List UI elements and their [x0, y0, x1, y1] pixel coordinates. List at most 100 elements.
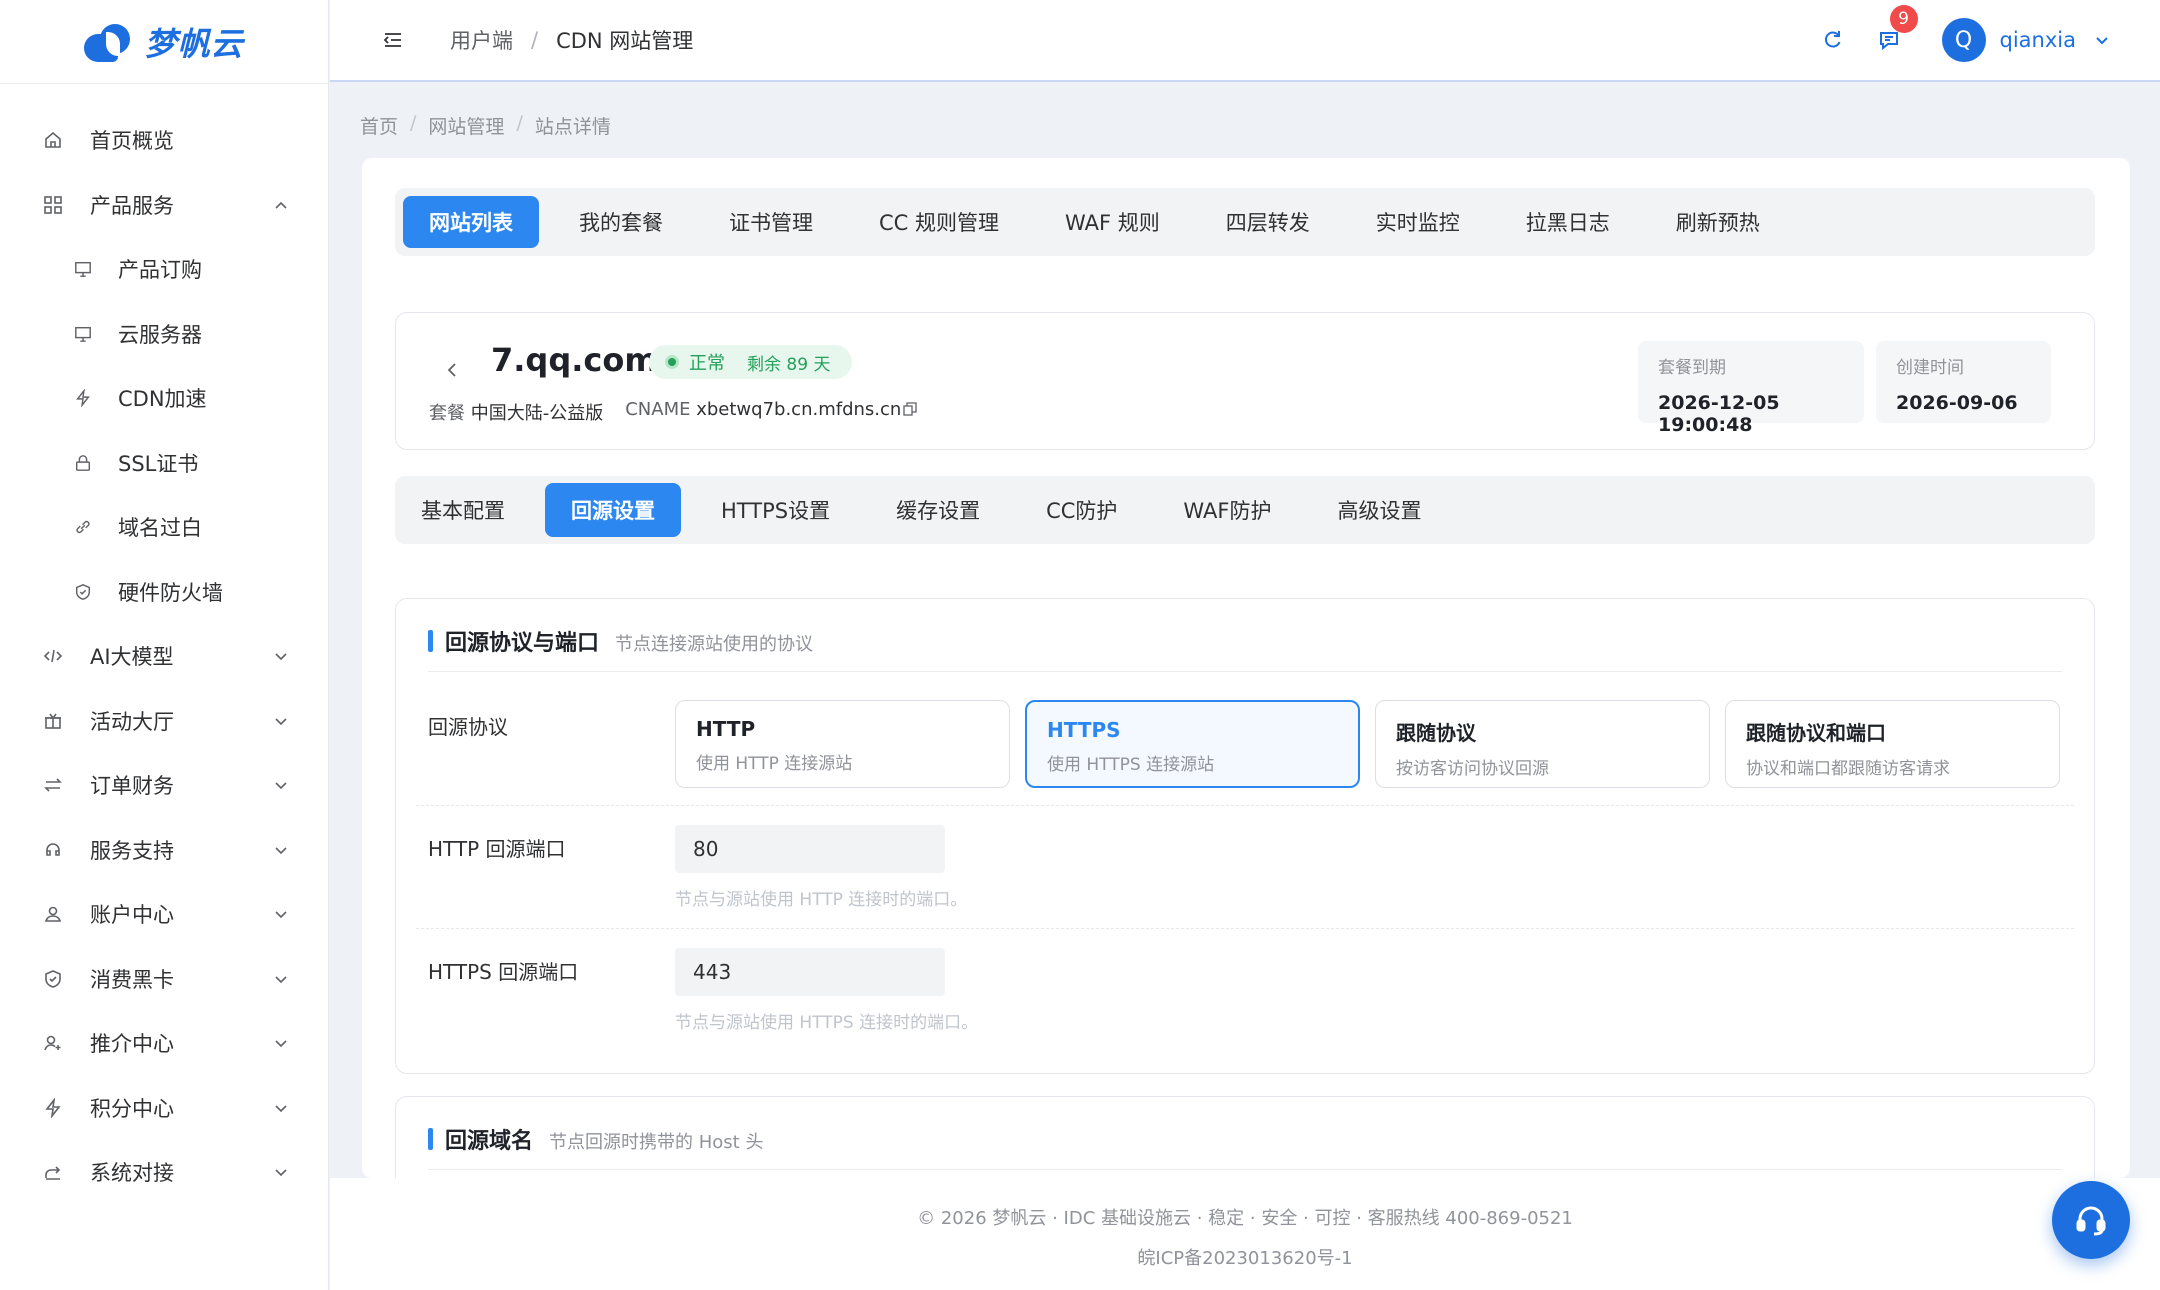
expire-box: 套餐到期 2026-12-05 19:00:48 — [1638, 341, 1864, 436]
shield-icon — [42, 968, 64, 990]
tab-certificates[interactable]: 证书管理 — [703, 196, 839, 248]
site-domain: 7.qq.com — [491, 341, 658, 379]
chevron-down-icon — [275, 847, 287, 854]
sidebar-item-label: 账户中心 — [90, 903, 174, 928]
sidebar-item-cdn[interactable]: CDN加速 — [0, 366, 328, 431]
remaining-days: 剩余 89 天 — [747, 354, 831, 375]
sidebar-item-orders[interactable]: 订单财务 — [0, 753, 328, 818]
tab-waf-rules[interactable]: WAF 规则 — [1039, 196, 1186, 248]
protocol-option-follow-port[interactable]: 跟随协议和端口 协议和端口都跟随访客请求 — [1725, 700, 2060, 788]
http-port-label: HTTP 回源端口 — [428, 837, 566, 861]
tab-https-settings[interactable]: HTTPS设置 — [695, 483, 856, 537]
shield-icon — [72, 581, 94, 603]
created-box: 创建时间 2026-09-06 — [1876, 341, 2051, 423]
chevron-down-icon — [275, 1105, 287, 1112]
sidebar-item-home[interactable]: 首页概览 — [0, 108, 328, 173]
plan-label: 套餐 — [429, 403, 465, 424]
notifications-button[interactable]: 9 — [1876, 5, 1918, 53]
status-dot-icon — [665, 355, 679, 369]
row-divider — [416, 928, 2074, 929]
breadcrumb-home[interactable]: 首页 — [360, 112, 398, 139]
tab-my-plans[interactable]: 我的套餐 — [553, 196, 689, 248]
sidebar-item-label: 活动大厅 — [90, 709, 174, 734]
tab-refresh-preheat[interactable]: 刷新预热 — [1650, 196, 1786, 248]
sidebar-item-activities[interactable]: 活动大厅 — [0, 689, 328, 754]
option-title: 跟随协议 — [1396, 721, 1476, 745]
section-title: 回源协议与端口 节点连接源站使用的协议 — [428, 625, 813, 657]
swap-icon — [42, 774, 64, 796]
sidebar-item-label: 产品订购 — [118, 258, 202, 283]
option-desc: 按访客访问协议回源 — [1396, 759, 1549, 779]
breadcrumb-separator: / — [410, 112, 417, 134]
https-port-input[interactable]: 443 — [675, 948, 945, 996]
tab-waf-protection[interactable]: WAF防护 — [1157, 483, 1297, 537]
tab-advanced-settings[interactable]: 高级设置 — [1311, 483, 1447, 537]
monitor-icon — [72, 323, 94, 345]
sidebar-item-label: 首页概览 — [90, 129, 174, 154]
https-port-hint: 节点与源站使用 HTTPS 连接时的端口。 — [675, 1013, 979, 1033]
chevron-down-icon — [275, 1169, 287, 1177]
tab-site-list[interactable]: 网站列表 — [403, 196, 539, 248]
top-header: 用户端 / CDN 网站管理 9 Q qianxia — [330, 0, 2160, 82]
sidebar-item-label: 系统对接 — [90, 1161, 174, 1186]
footer-icp[interactable]: 皖ICP备2023013620号-1 — [330, 1244, 2160, 1270]
headset-icon — [42, 839, 64, 861]
home-icon — [42, 129, 64, 151]
sidebar-item-label: 云服务器 — [118, 322, 202, 347]
tab-cc-protection[interactable]: CC防护 — [1020, 483, 1143, 537]
sidebar-item-ssl[interactable]: SSL证书 — [0, 431, 328, 496]
sidebar-item-firewall[interactable]: 硬件防火墙 — [0, 560, 328, 625]
sidebar-item-integration[interactable]: 系统对接 — [0, 1140, 328, 1205]
customer-service-button[interactable] — [2052, 1181, 2130, 1259]
refresh-icon[interactable] — [1820, 27, 1846, 53]
page-breadcrumb: 首页 / 网站管理 / 站点详情 — [360, 112, 611, 139]
tab-origin-settings[interactable]: 回源设置 — [545, 483, 681, 537]
tab-basic-config[interactable]: 基本配置 — [395, 483, 531, 537]
sidebar-item-ai-model[interactable]: AI大模型 — [0, 624, 328, 689]
sidebar-item-products[interactable]: 产品服务 — [0, 173, 328, 238]
back-chevron-icon[interactable] — [444, 361, 462, 379]
user-add-icon — [42, 1032, 64, 1054]
sidebar-item-product-order[interactable]: 产品订购 — [0, 237, 328, 302]
sidebar-item-label: 硬件防火墙 — [118, 580, 223, 605]
protocol-option-https[interactable]: HTTPS 使用 HTTPS 连接源站 — [1025, 700, 1360, 788]
option-desc: 使用 HTTPS 连接源站 — [1047, 755, 1215, 775]
brand-name: 梦帆云 — [144, 24, 244, 63]
protocol-option-follow[interactable]: 跟随协议 按访客访问协议回源 — [1375, 700, 1710, 788]
sidebar-nav: 首页概览 产品服务 产品订购 云服务器 CDN加速 SSL证书 域名过白 硬件防… — [0, 84, 328, 1205]
chevron-down-icon — [275, 718, 287, 725]
sidebar-item-label: 推介中心 — [90, 1032, 174, 1057]
sidebar-item-black-card[interactable]: 消费黑卡 — [0, 947, 328, 1012]
tab-monitoring[interactable]: 实时监控 — [1350, 196, 1486, 248]
sidebar-item-account[interactable]: 账户中心 — [0, 882, 328, 947]
copy-icon[interactable] — [903, 402, 917, 416]
logo[interactable]: 梦帆云 — [0, 0, 328, 84]
option-desc: 协议和端口都跟随访客请求 — [1746, 759, 1950, 779]
protocol-option-http[interactable]: HTTP 使用 HTTP 连接源站 — [675, 700, 1010, 788]
tab-block-log[interactable]: 拉黑日志 — [1500, 196, 1636, 248]
sidebar-item-points[interactable]: 积分中心 — [0, 1076, 328, 1141]
sidebar-item-support[interactable]: 服务支持 — [0, 818, 328, 883]
sidebar-item-label: CDN加速 — [118, 387, 207, 412]
menu-fold-icon[interactable] — [380, 27, 406, 53]
chevron-up-icon — [275, 201, 287, 209]
sidebar-item-referral[interactable]: 推介中心 — [0, 1011, 328, 1076]
username[interactable]: qianxia — [2000, 28, 2076, 52]
tab-cache-settings[interactable]: 缓存设置 — [870, 483, 1006, 537]
http-port-input[interactable]: 80 — [675, 825, 945, 873]
avatar[interactable]: Q — [1941, 18, 1986, 62]
breadcrumb-separator: / — [516, 112, 523, 134]
crumb-root[interactable]: 用户端 — [450, 25, 513, 55]
lock-icon — [72, 452, 94, 474]
status-badge: 正常 剩余 89 天 — [649, 345, 853, 379]
headset-icon — [2076, 1206, 2106, 1236]
tab-l4-forward[interactable]: 四层转发 — [1200, 196, 1336, 248]
breadcrumb-section[interactable]: 网站管理 — [428, 112, 504, 139]
sidebar-item-domain-whitelist[interactable]: 域名过白 — [0, 495, 328, 560]
tab-cc-rules[interactable]: CC 规则管理 — [853, 196, 1025, 248]
cname-value: xbetwq7b.cn.mfdns.cn — [696, 399, 902, 420]
chevron-down-icon[interactable] — [2094, 32, 2110, 48]
code-icon — [42, 645, 64, 667]
sidebar-item-cloud-server[interactable]: 云服务器 — [0, 302, 328, 367]
created-value: 2026-09-06 — [1896, 392, 2018, 414]
